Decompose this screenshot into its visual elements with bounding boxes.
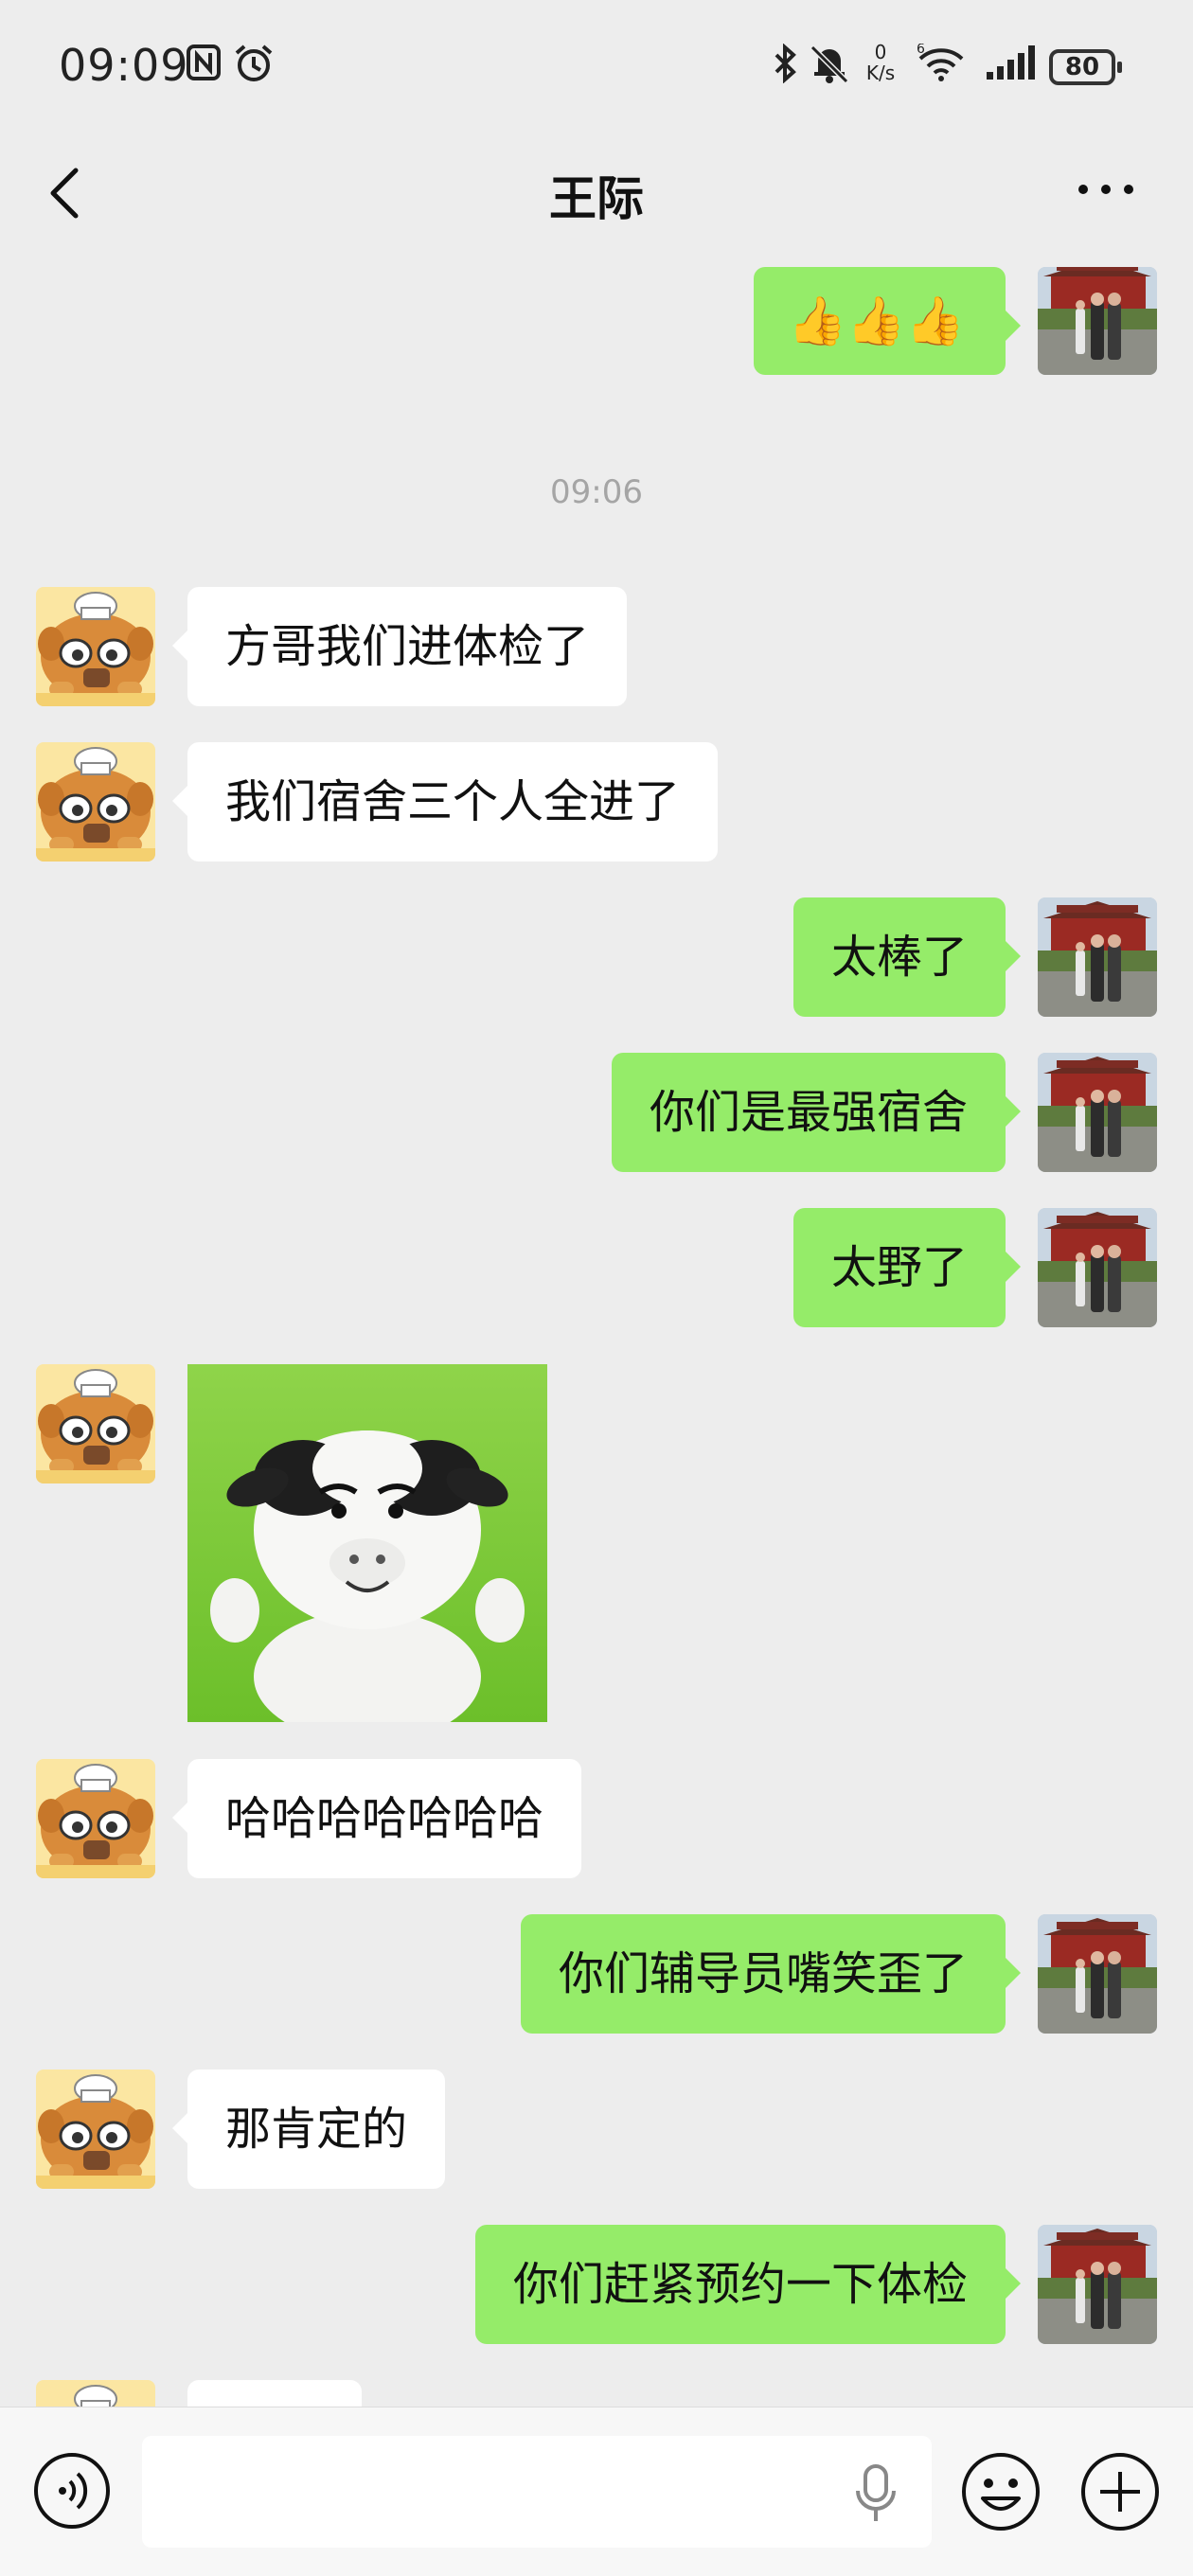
my-avatar[interactable] xyxy=(1038,1914,1157,2034)
my-avatar[interactable] xyxy=(1038,1208,1157,1327)
plus-icon xyxy=(1081,2453,1159,2531)
emoji-button[interactable] xyxy=(960,2451,1042,2532)
my-avatar[interactable] xyxy=(1038,1053,1157,1172)
cow-sticker[interactable] xyxy=(187,1364,547,1722)
message-bubble-sent[interactable]: 太野了 xyxy=(792,1208,1022,1327)
alarm-icon xyxy=(235,44,273,81)
voice-icon xyxy=(34,2453,110,2529)
message-bubble-sent[interactable]: 你们是最强宿舍 xyxy=(611,1053,1022,1172)
signal-icon xyxy=(987,45,1035,80)
voice-button[interactable] xyxy=(32,2451,112,2531)
plus-button[interactable] xyxy=(1079,2451,1161,2532)
contact-avatar[interactable] xyxy=(36,742,155,862)
net-rate-unit: K/s xyxy=(865,62,896,84)
mic-icon[interactable] xyxy=(852,2462,899,2525)
more-dots-icon xyxy=(1078,185,1133,194)
mute-bell-icon xyxy=(810,44,849,83)
message-bubble-received[interactable]: 那肯定的 xyxy=(171,2070,446,2189)
net-rate-value: 0 xyxy=(874,41,887,63)
contact-avatar[interactable] xyxy=(36,2380,155,2407)
contact-avatar[interactable] xyxy=(36,1364,155,1483)
message-list[interactable]: 👍👍👍 09:06 方哥我们进体检了 我们宿舍三个人全进了 太棒了 你们是最强宿… xyxy=(0,256,1193,2407)
my-avatar[interactable] xyxy=(1038,2225,1157,2344)
battery-level: 80 xyxy=(1064,53,1100,81)
nfc-icon xyxy=(187,44,221,80)
message-bubble-sent[interactable]: 太棒了 xyxy=(792,897,1022,1017)
message-bubble-received-partial[interactable] xyxy=(187,2380,362,2407)
chat-title: 王际 xyxy=(549,171,644,226)
svg-text:6: 6 xyxy=(917,44,925,57)
message-bubble-sent[interactable]: 👍👍👍 xyxy=(754,267,1021,375)
message-input[interactable] xyxy=(142,2436,932,2548)
battery-icon: 80 xyxy=(1049,49,1122,85)
message-bubble-sent[interactable]: 你们赶紧预约一下体检 xyxy=(474,2225,1022,2344)
message-bubble-sent[interactable]: 你们辅导员嘴笑歪了 xyxy=(520,1914,1022,2034)
net-rate: 0 K/s xyxy=(862,42,899,83)
message-bubble-received[interactable]: 哈哈哈哈哈哈哈 xyxy=(171,1759,582,1878)
input-bar xyxy=(0,2407,1193,2576)
contact-avatar[interactable] xyxy=(36,1759,155,1878)
status-bar: 09:09 0 K/s 6 80 xyxy=(0,0,1193,133)
my-avatar[interactable] xyxy=(1038,267,1157,375)
contact-avatar[interactable] xyxy=(36,2070,155,2189)
bluetooth-icon xyxy=(775,44,796,83)
message-bubble-received[interactable]: 方哥我们进体检了 xyxy=(171,587,628,706)
status-time: 09:09 xyxy=(59,40,189,91)
emoji-icon xyxy=(962,2453,1040,2531)
my-avatar[interactable] xyxy=(1038,897,1157,1017)
more-button[interactable] xyxy=(1068,161,1144,218)
wifi-icon: 6 xyxy=(917,44,964,81)
message-timestamp: 09:06 xyxy=(550,473,643,511)
message-bubble-received[interactable]: 我们宿舍三个人全进了 xyxy=(171,742,719,862)
contact-avatar[interactable] xyxy=(36,587,155,706)
chat-header: 王际 xyxy=(0,133,1193,256)
